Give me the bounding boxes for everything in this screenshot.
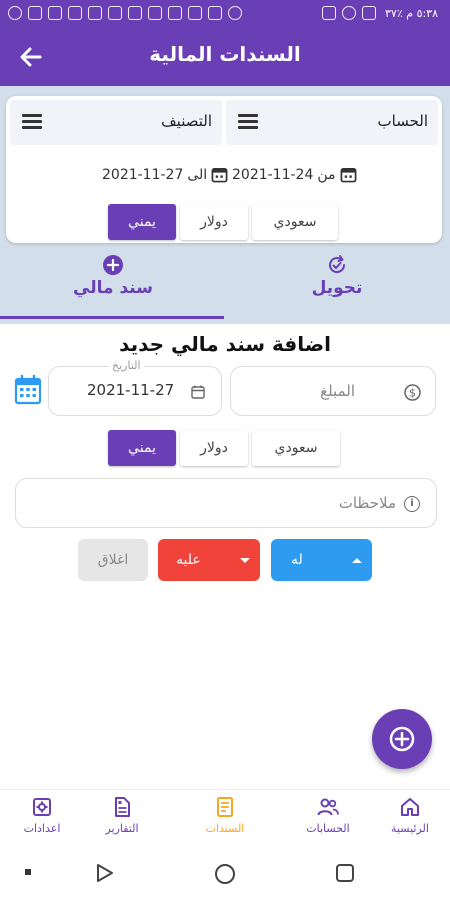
cast-icon: [188, 6, 202, 20]
credit-button-label: له: [291, 552, 303, 568]
notes-field[interactable]: ملاحظات i: [15, 478, 437, 528]
home-circle-icon[interactable]: [214, 863, 236, 885]
from-date-picker[interactable]: من 2021-11-24: [232, 166, 357, 183]
nav-item-vouchers[interactable]: السندات: [185, 796, 265, 835]
form-currency-option-yemeni[interactable]: يمني: [108, 430, 176, 466]
form-currency-selector: يمني دولار سعودي: [108, 430, 344, 466]
form-currency-option-dollar[interactable]: دولار: [180, 430, 248, 466]
tab-financial-voucher[interactable]: سند مالي: [2, 248, 224, 318]
add-fab-button[interactable]: [372, 709, 432, 769]
receipt-icon: [217, 797, 233, 817]
more-dot-icon: [228, 6, 242, 20]
tab-transfer-label: تحويل: [311, 278, 363, 298]
tab-transfer[interactable]: تحويل: [226, 248, 448, 318]
notification-icons: [8, 6, 242, 20]
app-bar: السندات المالية: [0, 28, 450, 86]
from-date-value: 2021-11-24: [232, 166, 314, 183]
nav-item-accounts[interactable]: الحسابات: [288, 796, 368, 835]
filter-currency-selector: يمني دولار سعودي: [108, 204, 342, 240]
home-icon: [401, 798, 419, 816]
calendar-icon: [340, 167, 356, 183]
form-currency-option-saudi[interactable]: سعودي: [252, 430, 340, 466]
date-label: التاريخ: [109, 359, 144, 372]
currency-option-dollar[interactable]: دولار: [180, 204, 248, 240]
add-circle-icon: [103, 255, 123, 275]
calendar-icon: [14, 374, 42, 405]
svg-text:$: $: [409, 387, 416, 400]
debit-button-label: عليه: [176, 552, 201, 568]
notes-placeholder: ملاحظات: [338, 494, 396, 512]
currency-option-yemeni[interactable]: يمني: [108, 204, 176, 240]
app-icon: [68, 6, 82, 20]
assistant-dot-icon: [25, 869, 31, 875]
menu-icon: [238, 114, 258, 130]
tab-financial-voucher-label: سند مالي: [73, 278, 153, 298]
telegram-icon: [48, 6, 62, 20]
document-icon: [115, 797, 130, 817]
app-icon: [168, 6, 182, 20]
close-button-label: اغلاق: [97, 552, 129, 568]
date-field[interactable]: التاريخ 2021-11-27: [48, 359, 222, 416]
nav-label-home: الرئيسية: [391, 822, 429, 835]
page-title: السندات المالية: [149, 42, 301, 66]
nav-label-settings: اعدادات: [23, 822, 61, 835]
date-picker-button[interactable]: [14, 374, 42, 406]
to-date-picker[interactable]: الى 2021-11-27: [102, 166, 228, 183]
nav-label-reports: التقارير: [105, 822, 139, 835]
gear-icon: [33, 798, 51, 816]
telegram-icon: [28, 6, 42, 20]
app-icon: [208, 6, 222, 20]
from-label: من: [317, 166, 336, 183]
recents-square-icon[interactable]: [335, 863, 355, 883]
bottom-nav: الرئيسية الحسابات السندات التقارير اعداد…: [0, 789, 450, 847]
category-label: التصنيف: [161, 112, 212, 130]
nav-item-settings[interactable]: اعدادات: [2, 796, 82, 835]
menu-icon: [22, 114, 42, 130]
app-icon: [108, 6, 122, 20]
battery-percent: ٪٣٧: [385, 7, 403, 20]
mute-icon: [322, 6, 336, 20]
filter-card: الحساب التصنيف من 2021-11-24 الى 2021-11…: [6, 96, 442, 243]
caret-down-icon: [240, 557, 250, 563]
signal-icon: [362, 6, 376, 20]
close-button[interactable]: اغلاق: [78, 539, 148, 581]
dollar-circle-icon: $: [404, 384, 421, 401]
amount-field[interactable]: المبلغ $: [230, 366, 436, 416]
app-icon: [128, 6, 142, 20]
nav-label-vouchers: السندات: [205, 822, 245, 835]
to-label: الى: [187, 166, 208, 183]
add-circle-icon: [389, 726, 415, 752]
account-filter[interactable]: الحساب: [226, 100, 438, 145]
wifi-icon: [342, 6, 356, 20]
calendar-icon: [211, 167, 228, 183]
info-icon: i: [404, 496, 420, 512]
nav-label-accounts: الحسابات: [306, 822, 350, 835]
clock: ٥:٣٨ م: [406, 7, 438, 20]
currency-option-saudi[interactable]: سعودي: [252, 204, 338, 240]
system-nav-bar: [0, 847, 450, 900]
active-tab-indicator: [0, 316, 224, 319]
debit-button[interactable]: عليه: [158, 539, 260, 581]
to-date-value: 2021-11-27: [102, 166, 184, 183]
category-filter[interactable]: التصنيف: [10, 100, 222, 145]
users-icon: [317, 798, 339, 816]
amount-placeholder: المبلغ: [320, 382, 355, 400]
nav-item-home[interactable]: الرئيسية: [370, 796, 450, 835]
form-title: اضافة سند مالي جديد: [119, 332, 331, 356]
battery-time: ٥:٣٨ م ٪٣٧: [385, 7, 438, 20]
status-bar: ٥:٣٨ م ٪٣٧: [0, 0, 450, 28]
refresh-icon: [329, 255, 346, 274]
credit-button[interactable]: له: [271, 539, 372, 581]
filter-area: الحساب التصنيف من 2021-11-24 الى 2021-11…: [0, 86, 450, 324]
app-icon: [88, 6, 102, 20]
calendar-icon: [191, 385, 205, 399]
system-icons: [322, 6, 376, 20]
date-value: 2021-11-27: [87, 381, 175, 399]
whatsapp-icon: [8, 6, 22, 20]
caret-up-icon: [352, 557, 362, 563]
account-label: الحساب: [377, 112, 429, 130]
app-icon: [148, 6, 162, 20]
nav-item-reports[interactable]: التقارير: [82, 796, 162, 835]
play-icon[interactable]: [96, 863, 114, 883]
